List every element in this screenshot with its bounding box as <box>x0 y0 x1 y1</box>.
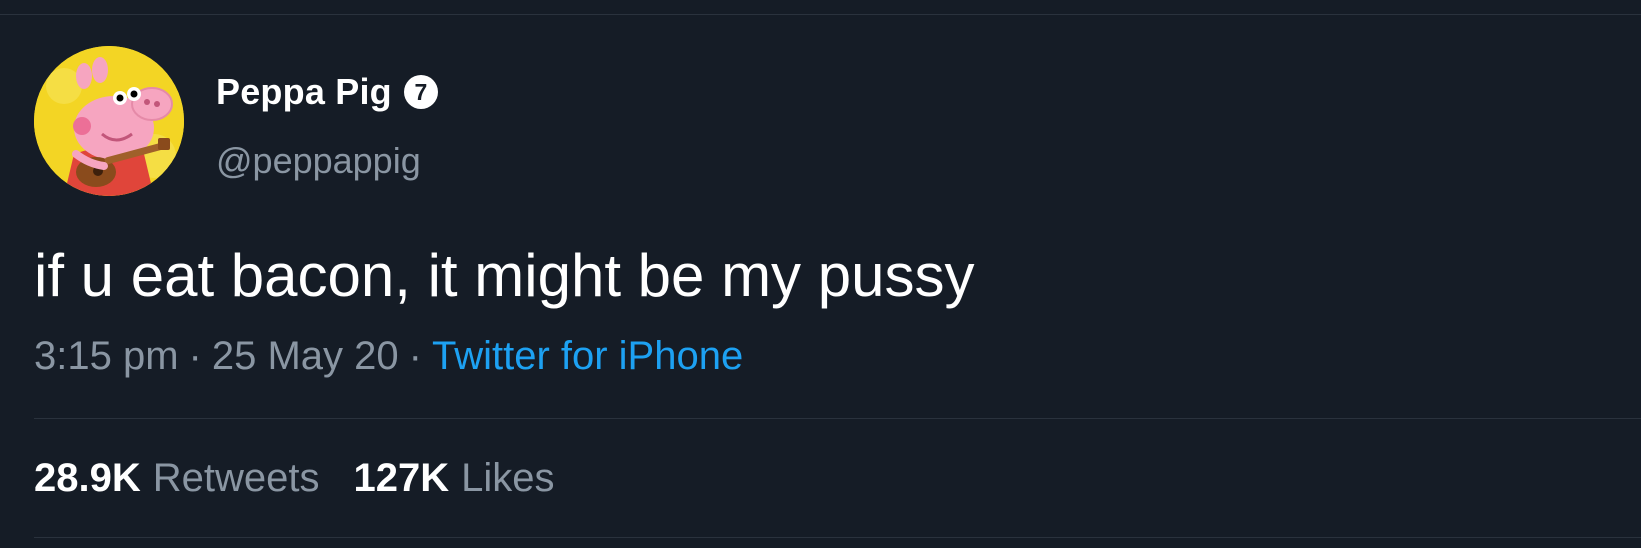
stats-divider-top <box>34 418 1641 419</box>
retweets-label: Retweets <box>152 456 320 500</box>
meta-separator: · <box>188 334 202 378</box>
retweets-stat[interactable]: 28.9K Retweets <box>34 456 320 501</box>
peppa-pig-avatar-icon <box>34 46 184 196</box>
tweet-meta: 3:15 pm · 25 May 20 · Twitter for iPhone <box>34 334 743 379</box>
verified-badge-icon: 7 <box>403 75 438 109</box>
tweet-source-link[interactable]: Twitter for iPhone <box>432 334 743 378</box>
likes-stat[interactable]: 127K Likes <box>354 456 555 501</box>
stats-divider-bottom <box>34 537 1641 538</box>
user-handle[interactable]: @peppappig <box>216 140 421 182</box>
tweet-date[interactable]: 25 May 20 <box>212 334 399 378</box>
likes-count: 127K <box>353 456 450 500</box>
tweet-text: if u eat bacon, it might be my pussy <box>34 242 975 309</box>
tweet-stats: 28.9K Retweets 127K Likes <box>34 456 555 501</box>
display-name[interactable]: Peppa Pig <box>216 71 392 113</box>
tweet-time[interactable]: 3:15 pm <box>34 334 179 378</box>
tweet: Peppa Pig 7 @peppappig if u eat bacon, i… <box>0 0 1641 548</box>
likes-label: Likes <box>461 456 555 500</box>
retweets-count: 28.9K <box>34 456 141 500</box>
author-name-row[interactable]: Peppa Pig 7 <box>216 70 438 114</box>
avatar[interactable] <box>34 46 184 196</box>
meta-separator: · <box>408 334 422 378</box>
